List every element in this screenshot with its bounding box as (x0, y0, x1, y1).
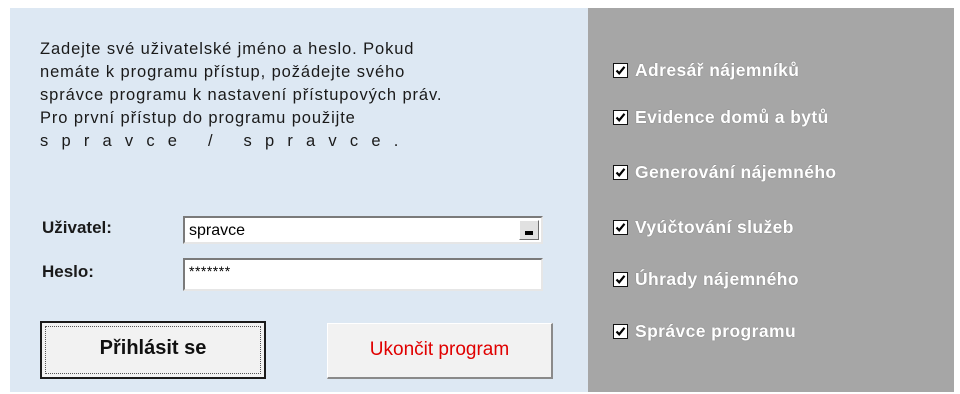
login-instructions: Zadejte své uživatelské jméno a heslo. P… (40, 38, 540, 153)
module-label: Správce programu (635, 321, 797, 341)
default-credentials: spravce / spravce. (40, 132, 412, 150)
login-dialog: Zadejte své uživatelské jméno a heslo. P… (10, 8, 954, 392)
module-label: Adresář nájemníků (635, 60, 800, 80)
password-label: Heslo: (42, 262, 94, 281)
module-label: Vyúčtování služeb (635, 217, 794, 237)
user-select-dropdown-button[interactable] (519, 220, 539, 240)
modules-panel: Adresář nájemníků Evidence domů a bytů G… (588, 8, 954, 392)
checkbox[interactable] (613, 324, 628, 339)
password-field[interactable]: ******* (183, 258, 543, 291)
module-label: Úhrady nájemného (635, 269, 799, 289)
checkbox[interactable] (613, 220, 628, 235)
checkbox[interactable] (613, 110, 628, 125)
user-label: Uživatel: (42, 218, 112, 237)
login-button[interactable]: Přihlásit se (40, 321, 266, 379)
checkbox[interactable] (613, 63, 628, 78)
quit-button[interactable]: Ukončit program (327, 323, 553, 379)
instructions-line: Zadejte své uživatelské jméno a heslo. P… (40, 40, 415, 58)
module-label: Generování nájemného (635, 162, 837, 182)
chevron-down-icon (525, 231, 533, 235)
user-select-value: spravce (189, 222, 246, 239)
instructions-line: správce programu k nastavení přístupovýc… (40, 86, 443, 104)
checkbox[interactable] (613, 165, 628, 180)
instructions-line: Pro první přístup do programu použijte (40, 109, 356, 127)
checkbox[interactable] (613, 272, 628, 287)
password-field-value: ******* (189, 263, 231, 279)
quit-button-label: Ukončit program (369, 339, 510, 360)
module-label: Evidence domů a bytů (635, 107, 829, 127)
instructions-line: nemáte k programu přístup, požádejte své… (40, 63, 406, 81)
user-select[interactable]: spravce (183, 216, 543, 244)
login-panel: Zadejte své uživatelské jméno a heslo. P… (10, 8, 588, 392)
login-button-label: Přihlásit se (99, 337, 207, 359)
